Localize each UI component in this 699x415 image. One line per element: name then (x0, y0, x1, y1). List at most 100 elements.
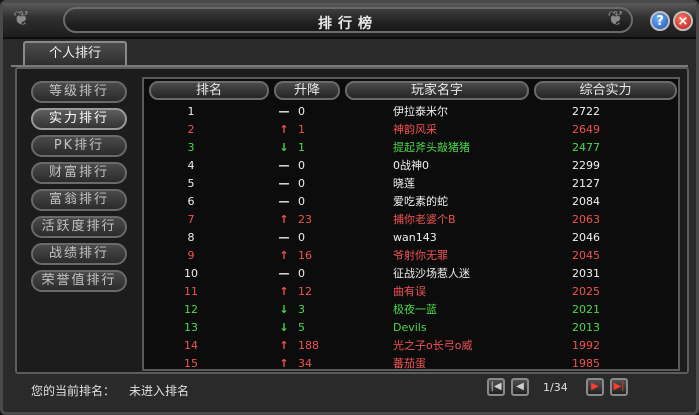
rank-unchanged-dash-icon: — (278, 177, 290, 190)
column-header-rank[interactable]: 排名 (149, 81, 269, 100)
help-button[interactable]: ? (650, 11, 670, 31)
table-row[interactable]: 12 ↓ 3 极夜一蓝 2021 (146, 301, 678, 319)
last-page-button[interactable]: ▶| (610, 378, 628, 396)
rank-unchanged-dash-icon: — (278, 267, 290, 280)
tab-strip: 个人排行 (11, 41, 688, 67)
table-header: 排名 升降 玩家名字 综合实力 (146, 81, 678, 101)
current-rank-value: 未进入排名 (129, 384, 190, 398)
table-row[interactable]: 15 ↑ 34 蕃茄蛋 1985 (146, 355, 678, 370)
player-name-cell: 曲有误 (393, 285, 426, 298)
first-page-button[interactable]: |◀ (487, 378, 505, 396)
rank-cell: 10 (184, 267, 198, 280)
overall-strength-cell: 2477 (572, 141, 600, 154)
sidebar-item-wealth-ranking[interactable]: 财富排行 (31, 162, 127, 184)
sidebar-item-level-ranking[interactable]: 等级排行 (31, 81, 127, 103)
rank-unchanged-dash-icon: — (278, 105, 290, 118)
tab-personal-ranking[interactable]: 个人排行 (23, 41, 127, 65)
overall-strength-cell: 2299 (572, 159, 600, 172)
overall-strength-cell: 2031 (572, 267, 600, 280)
rank-change-cell: 0 (298, 195, 305, 208)
title-bar[interactable]: ❦ 排行榜 ❦ ? × (3, 3, 696, 39)
player-name-cell: 伊拉泰米尔 (393, 105, 448, 118)
player-name-cell: 征战沙场惹人迷 (393, 267, 470, 280)
player-name-cell: 爱吃素的蛇 (393, 195, 448, 208)
prev-page-icon: ◀ (516, 381, 524, 392)
column-header-change[interactable]: 升降 (274, 81, 340, 100)
overall-strength-cell: 2722 (572, 105, 600, 118)
overall-strength-cell: 2127 (572, 177, 600, 190)
overall-strength-cell: 2063 (572, 213, 600, 226)
sidebar-item-battle-record-ranking[interactable]: 战绩排行 (31, 243, 127, 265)
rank-unchanged-dash-icon: — (278, 159, 290, 172)
player-name-cell: 晓莲 (393, 177, 415, 190)
table-row[interactable]: 13 ↓ 5 Devils 2013 (146, 319, 678, 337)
rank-change-cell: 0 (298, 231, 305, 244)
rank-change-cell: 1 (298, 123, 305, 136)
table-row[interactable]: 3 ↓ 1 提起斧头敲猪猪 2477 (146, 139, 678, 157)
rank-change-cell: 0 (298, 177, 305, 190)
table-row[interactable]: 7 ↑ 23 捕你老婆个B 2063 (146, 211, 678, 229)
sidebar-item-honor-ranking[interactable]: 荣誉值排行 (31, 270, 127, 292)
player-name-cell: 提起斧头敲猪猪 (393, 141, 470, 154)
table-row[interactable]: 2 ↑ 1 神韵风采 2649 (146, 121, 678, 139)
rank-up-arrow-icon: ↑ (279, 339, 289, 352)
overall-strength-cell: 2084 (572, 195, 600, 208)
rank-change-cell: 12 (298, 285, 312, 298)
table-row[interactable]: 14 ↑ 188 光之子o长弓o威 1992 (146, 337, 678, 355)
rank-change-cell: 16 (298, 249, 312, 262)
overall-strength-cell: 1985 (572, 357, 600, 370)
rank-change-cell: 0 (298, 267, 305, 280)
rank-down-arrow-icon: ↓ (279, 141, 289, 154)
rank-cell: 11 (184, 285, 198, 298)
sidebar-item-activity-ranking[interactable]: 活跃度排行 (31, 216, 127, 238)
overall-strength-cell: 2046 (572, 231, 600, 244)
table-row[interactable]: 8 — 0 wan143 2046 (146, 229, 678, 247)
rank-change-cell: 188 (298, 339, 319, 352)
player-name-cell: Devils (393, 321, 427, 334)
rank-cell: 9 (187, 249, 195, 262)
right-wing-ornament-icon: ❦ (607, 6, 624, 30)
ranking-category-sidebar: 等级排行 实力排行 PK排行 财富排行 富翁排行 活跃度排行 战绩排行 荣誉值排… (31, 81, 131, 297)
rank-up-arrow-icon: ↑ (279, 213, 289, 226)
rank-cell: 15 (184, 357, 198, 370)
rank-cell: 3 (187, 141, 195, 154)
rank-change-cell: 5 (298, 321, 305, 334)
table-row[interactable]: 9 ↑ 16 爷射你无罪 2045 (146, 247, 678, 265)
rank-down-arrow-icon: ↓ (279, 321, 289, 334)
overall-strength-cell: 2013 (572, 321, 600, 334)
rank-cell: 12 (184, 303, 198, 316)
player-name-cell: 神韵风采 (393, 123, 437, 136)
rank-up-arrow-icon: ↑ (279, 249, 289, 262)
table-row[interactable]: 4 — 0 0战神0 2299 (146, 157, 678, 175)
overall-strength-cell: 2045 (572, 249, 600, 262)
rank-unchanged-dash-icon: — (278, 195, 290, 208)
rank-change-cell: 34 (298, 357, 312, 370)
rank-change-cell: 23 (298, 213, 312, 226)
table-row[interactable]: 6 — 0 爱吃素的蛇 2084 (146, 193, 678, 211)
table-row[interactable]: 10 — 0 征战沙场惹人迷 2031 (146, 265, 678, 283)
rank-cell: 14 (184, 339, 198, 352)
player-name-cell: 爷射你无罪 (393, 249, 448, 262)
next-page-button[interactable]: ▶ (586, 378, 604, 396)
prev-page-button[interactable]: ◀ (511, 378, 529, 396)
rank-down-arrow-icon: ↓ (279, 303, 289, 316)
close-button[interactable]: × (673, 11, 693, 31)
table-row[interactable]: 5 — 0 晓莲 2127 (146, 175, 678, 193)
ranking-window: ❦ 排行榜 ❦ ? × 个人排行 等级排行 实力排行 PK排行 财富排行 富翁排… (0, 0, 699, 415)
rank-cell: 8 (187, 231, 195, 244)
overall-strength-cell: 2021 (572, 303, 600, 316)
rank-change-cell: 0 (298, 105, 305, 118)
current-rank-label: 您的当前排名： (31, 384, 116, 398)
left-wing-ornament-icon: ❦ (13, 6, 30, 30)
sidebar-item-pk-ranking[interactable]: PK排行 (31, 135, 127, 157)
rank-cell: 5 (187, 177, 195, 190)
rank-cell: 1 (187, 105, 195, 118)
column-header-overall-strength[interactable]: 综合实力 (534, 81, 677, 100)
sidebar-item-rich-ranking[interactable]: 富翁排行 (31, 189, 127, 211)
window-title: 排行榜 (318, 16, 378, 32)
table-row[interactable]: 11 ↑ 12 曲有误 2025 (146, 283, 678, 301)
sidebar-item-strength-ranking[interactable]: 实力排行 (31, 108, 127, 130)
column-header-player-name[interactable]: 玩家名字 (345, 81, 529, 100)
table-row[interactable]: 1 — 0 伊拉泰米尔 2722 (146, 103, 678, 121)
player-name-cell: 0战神0 (393, 159, 429, 172)
